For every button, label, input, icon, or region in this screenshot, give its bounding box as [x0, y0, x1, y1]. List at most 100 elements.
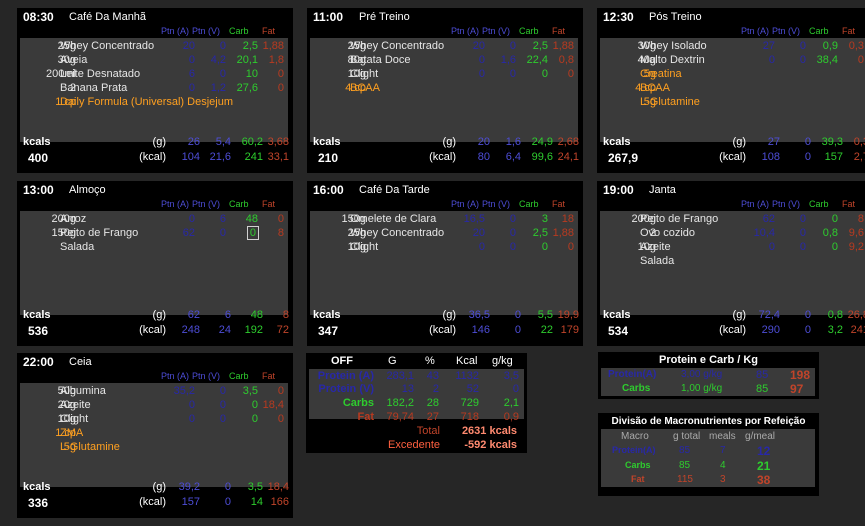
- food-name[interactable]: Arroz: [60, 213, 86, 225]
- fat-value: 0: [567, 68, 574, 80]
- food-name[interactable]: L-Glutamine: [60, 441, 120, 453]
- food-name[interactable]: Salada: [60, 241, 94, 253]
- excess-label: Excedente: [388, 439, 440, 451]
- div-meals-fat[interactable]: 3: [720, 474, 726, 485]
- food-name[interactable]: Malto Dextrin: [640, 54, 705, 66]
- food-name[interactable]: Aveia: [60, 54, 87, 66]
- food-name[interactable]: Daily Formula (Universal) Desjejum: [60, 96, 233, 108]
- food-row[interactable]: 2 Ovo cozido 10,4 0 0,8 9,6: [600, 227, 865, 241]
- food-name[interactable]: Clight: [350, 241, 378, 253]
- food-row[interactable]: 80g Batata Doce 0 1,6 22,4 0,8: [310, 54, 578, 68]
- grams-label: (g): [442, 309, 456, 321]
- food-name[interactable]: Peito de Frango: [640, 213, 718, 225]
- food-row[interactable]: 5g L-Glutamine: [20, 441, 288, 455]
- total-grams-a: 72,4: [758, 309, 780, 321]
- kcal-label: (kcal): [719, 151, 746, 163]
- food-row[interactable]: 50g Albumina 35,2 0 3,5 0: [20, 385, 288, 399]
- kcal-label: (kcal): [139, 496, 166, 508]
- ptn-v-value: 0: [799, 213, 806, 225]
- total-kcal-v: 0: [514, 324, 521, 336]
- food-name[interactable]: Salada: [640, 255, 674, 267]
- fat-value: 0: [857, 54, 864, 66]
- food-name[interactable]: Clight: [60, 413, 88, 425]
- total-kcal-v: 0: [804, 151, 811, 163]
- carb-value[interactable]: 0: [246, 226, 260, 240]
- food-name[interactable]: ZMA: [60, 427, 83, 439]
- food-row[interactable]: 200g Peito de Frango 62 0 0 8: [600, 213, 865, 227]
- food-name[interactable]: Omelete de Clara: [350, 213, 436, 225]
- food-name[interactable]: Azeite: [640, 241, 671, 253]
- food-row[interactable]: 10g Azeite 0 0 0 9,2: [600, 241, 865, 255]
- meal-name: Café Da Manhã: [69, 11, 147, 23]
- kcals-label: kcals: [23, 481, 51, 493]
- food-name[interactable]: Whey Concentrado: [350, 40, 444, 52]
- kcals-label: kcals: [603, 136, 631, 148]
- food-name[interactable]: Whey Concentrado: [60, 40, 154, 52]
- food-name[interactable]: Batata Doce: [350, 54, 411, 66]
- food-row[interactable]: 150g Omelete de Clara 16,5 0 3 18: [310, 213, 578, 227]
- total-kcal-v: 6,4: [505, 151, 521, 163]
- food-name[interactable]: Whey Concentrado: [350, 227, 444, 239]
- div-meals-protein[interactable]: 7: [720, 445, 726, 456]
- food-name[interactable]: Leite Desnatado: [60, 68, 140, 80]
- food-name[interactable]: Peito de Frango: [60, 227, 138, 239]
- food-name[interactable]: Banana Prata: [60, 82, 127, 94]
- carb-value: 0: [251, 413, 258, 425]
- food-row[interactable]: 25g Whey Concentrado 20 0 2,5 1,88: [20, 40, 288, 54]
- grams-label: (g): [152, 481, 166, 493]
- total-grams-f: 0,3: [853, 136, 865, 148]
- food-name[interactable]: Creatina: [640, 68, 682, 80]
- column-header-ptn-v: Ptn (V): [772, 26, 801, 36]
- food-name[interactable]: Azeite: [60, 399, 91, 411]
- fat-value: 1,8: [268, 54, 284, 66]
- food-row[interactable]: Salada: [20, 241, 288, 255]
- food-row[interactable]: 10g Clight 0 0 0 0: [310, 241, 578, 255]
- food-row[interactable]: 4 cp BCAA: [600, 82, 865, 96]
- food-name[interactable]: L-Glutamine: [640, 96, 700, 108]
- food-row[interactable]: 150g Peito de Frango 62 0 0 8: [20, 226, 288, 241]
- pc-gkg-carbs[interactable]: 1,00 g/kg: [681, 383, 722, 394]
- food-row[interactable]: 200g Arroz 0 6 48 0: [20, 213, 288, 227]
- food-row[interactable]: 1 cp ZMA: [20, 427, 288, 441]
- food-name[interactable]: Ovo cozido: [640, 227, 695, 239]
- food-row[interactable]: 5g Creatina: [600, 68, 865, 82]
- ptn-v-value: 0: [509, 227, 516, 239]
- food-row[interactable]: 1 cp Daily Formula (Universal) Desjejum: [20, 96, 288, 110]
- meal-time: 13:00: [23, 183, 54, 197]
- column-header-ptn-v: Ptn (V): [482, 199, 511, 209]
- food-name[interactable]: Clight: [350, 68, 378, 80]
- ptn-v-value: 0: [219, 385, 226, 397]
- meal-time: 19:00: [603, 183, 634, 197]
- food-row[interactable]: 25g Whey Concentrado 20 0 2,5 1,88: [310, 227, 578, 241]
- carb-value: 2,5: [532, 40, 548, 52]
- ptn-v-value: 1,6: [500, 54, 516, 66]
- food-row[interactable]: Salada: [600, 255, 865, 269]
- food-row[interactable]: 2 Banana Prata 0 1,2 27,6 0: [20, 82, 288, 96]
- food-name[interactable]: Whey Isolado: [640, 40, 707, 52]
- div-meals-carbs[interactable]: 4: [720, 460, 726, 471]
- food-row[interactable]: 25g Whey Concentrado 20 0 2,5 1,88: [310, 40, 578, 54]
- food-row[interactable]: 20g Azeite 0 0 0 18,4: [20, 399, 288, 413]
- food-row[interactable]: 200ml Leite Desnatado 6 0 10 0: [20, 68, 288, 82]
- food-row[interactable]: 30g Aveia 0 4,2 20,1 1,8: [20, 54, 288, 68]
- pc-gkg-protein[interactable]: 3,00 g/kg: [681, 369, 722, 380]
- kcals-label: kcals: [23, 136, 51, 148]
- summary-header-off[interactable]: OFF: [331, 355, 353, 367]
- total-kcal-c: 241: [244, 151, 263, 163]
- meal-name: Janta: [649, 184, 676, 196]
- fat-value: 1,88: [552, 40, 574, 52]
- total-grams-v: 0: [804, 309, 811, 321]
- food-row[interactable]: 30g Whey Isolado 27 0 0,9 0,3: [600, 40, 865, 54]
- food-row[interactable]: 10g Clight 0 0 0 0: [20, 413, 288, 427]
- fat-value: 1,88: [262, 40, 284, 52]
- food-row[interactable]: 40g Malto Dextrin 0 0 38,4 0: [600, 54, 865, 68]
- food-row[interactable]: 4 cp BCAA: [310, 82, 578, 96]
- food-row[interactable]: 5g L-Glutamine: [600, 96, 865, 110]
- meal-panel: 12:30 Pós Treino Ptn (A) Ptn (V) Carb Fat 30g W…: [597, 8, 865, 173]
- food-name[interactable]: BCAA: [350, 82, 380, 94]
- food-row[interactable]: 10g Clight 0 0 0 0: [310, 68, 578, 82]
- total-kcals: 2631 kcals: [461, 425, 517, 437]
- food-name[interactable]: Albumina: [60, 385, 106, 397]
- meal-food-table: 25g Whey Concentrado 20 0 2,5 1,88 30g Aveia 0 4,…: [20, 38, 288, 142]
- food-name[interactable]: BCAA: [640, 82, 670, 94]
